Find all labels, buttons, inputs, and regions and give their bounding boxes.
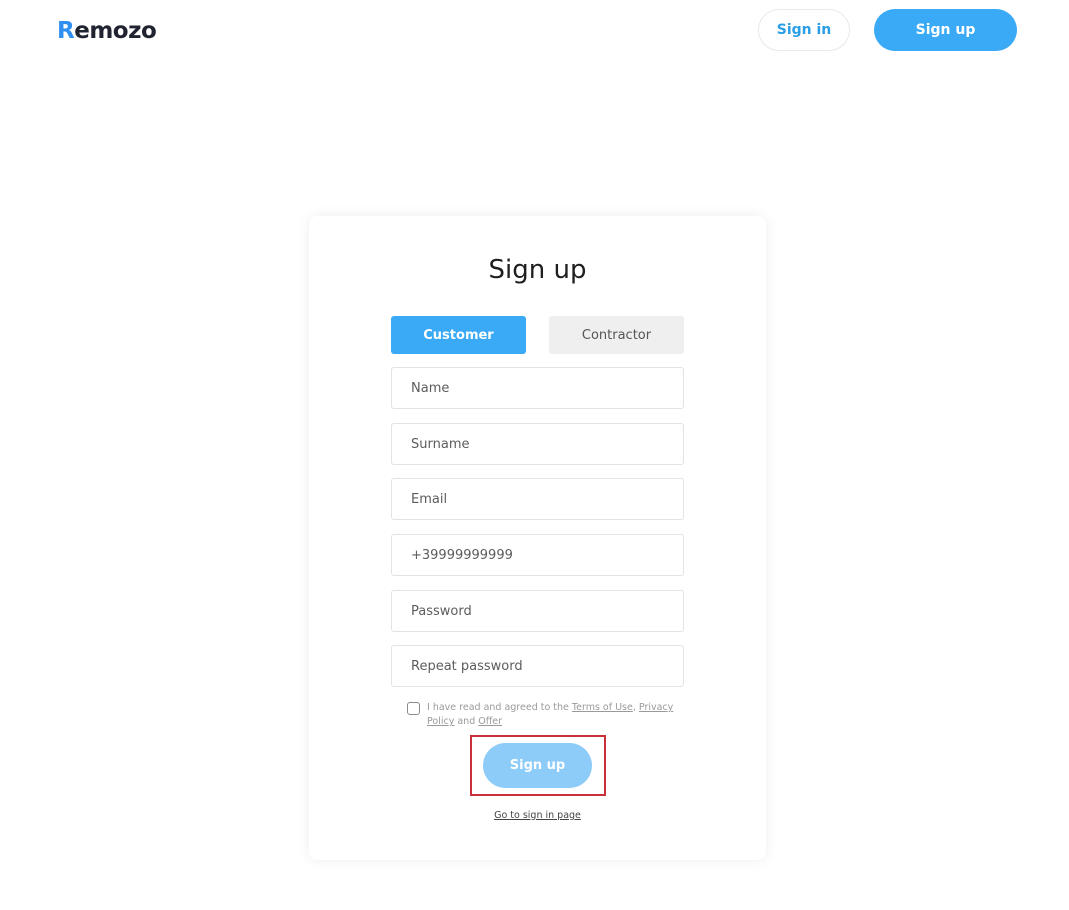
terms-link[interactable]: Terms of Use bbox=[572, 702, 633, 713]
repeat-password-input[interactable] bbox=[391, 645, 684, 687]
go-to-signin-link[interactable]: Go to sign in page bbox=[309, 810, 766, 821]
signup-card: Sign up Customer Contractor I have read … bbox=[309, 216, 766, 860]
password-input[interactable] bbox=[391, 590, 684, 632]
tab-contractor[interactable]: Contractor bbox=[549, 316, 684, 354]
header-signin-button[interactable]: Sign in bbox=[758, 9, 850, 51]
name-input[interactable] bbox=[391, 367, 684, 409]
agree-prefix: I have read and agreed to the bbox=[427, 702, 572, 713]
remozo-logo[interactable]: Remozo bbox=[57, 16, 157, 46]
logo-text: emozo bbox=[74, 18, 157, 44]
header-signup-button[interactable]: Sign up bbox=[874, 9, 1017, 51]
signup-submit-button[interactable]: Sign up bbox=[483, 743, 592, 788]
agree-text: I have read and agreed to the Terms of U… bbox=[427, 701, 677, 729]
agree-checkbox[interactable] bbox=[407, 702, 420, 715]
email-input[interactable] bbox=[391, 478, 684, 520]
surname-input[interactable] bbox=[391, 423, 684, 465]
signup-title: Sign up bbox=[488, 255, 587, 285]
phone-input[interactable] bbox=[391, 534, 684, 576]
tab-customer[interactable]: Customer bbox=[391, 316, 526, 354]
logo-r-letter: R bbox=[57, 18, 75, 44]
offer-link[interactable]: Offer bbox=[478, 716, 502, 727]
agree-sep-2: and bbox=[454, 716, 479, 727]
